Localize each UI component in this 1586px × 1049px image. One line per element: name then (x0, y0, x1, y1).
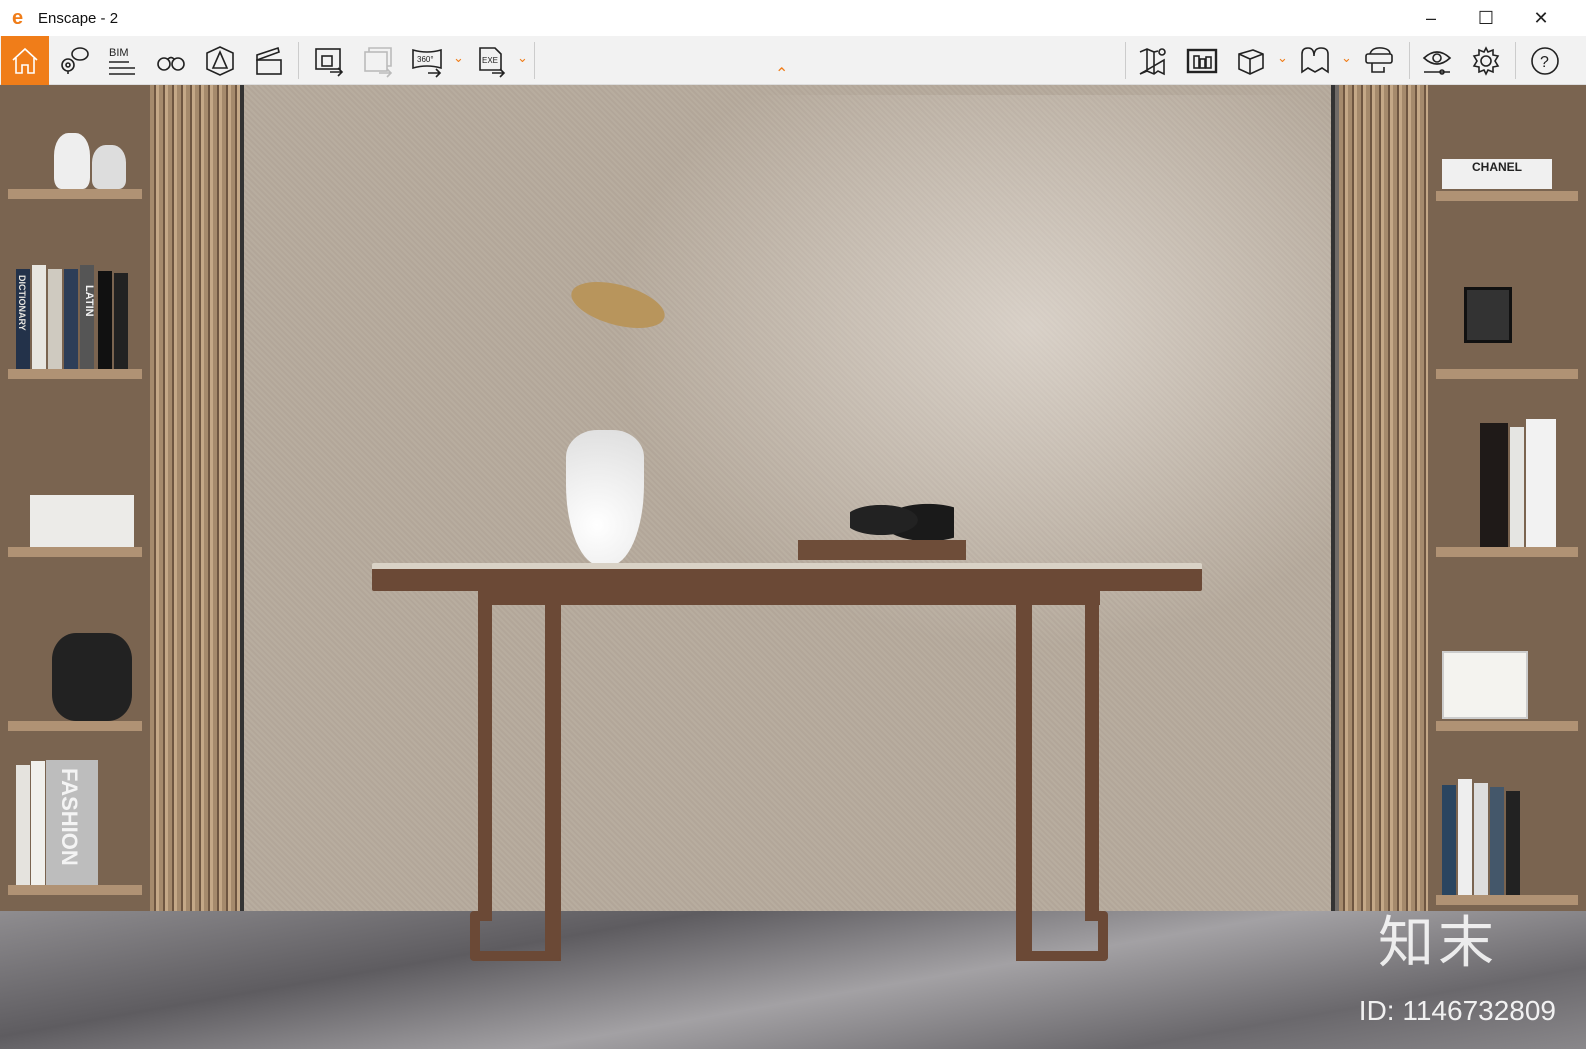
panorama-dropdown-icon[interactable]: ⌄ (453, 50, 464, 66)
cube-view-icon (1238, 48, 1264, 75)
close-button[interactable]: ✕ (1518, 0, 1564, 36)
render-export-button[interactable] (305, 36, 353, 85)
section-view-icon (206, 45, 234, 76)
svg-text:?: ? (1540, 54, 1549, 71)
exe-export-icon: EXE (479, 46, 506, 78)
help-icon: ? (1531, 46, 1559, 75)
home-icon (12, 47, 38, 74)
book-spine-fashion: FASHION (57, 768, 82, 866)
section-view-button[interactable] (196, 36, 244, 85)
help-button[interactable]: ? (1521, 36, 1569, 85)
tea-tray (798, 540, 966, 560)
render-viewport[interactable]: DICTIONARY LATIN FASHION CHANEL 知末 ID: 1… (0, 85, 1586, 1049)
svg-text:BIM: BIM (109, 47, 129, 59)
svg-text:EXE: EXE (482, 56, 498, 65)
watermark-brand: 知末 (1378, 911, 1498, 974)
tea-set (850, 490, 954, 540)
location-comment-button[interactable] (50, 36, 98, 85)
asset-library-icon (1186, 48, 1218, 73)
vr-headset-button[interactable] (1355, 36, 1403, 85)
cube-view-dropdown-icon[interactable]: ⌄ (1277, 50, 1288, 66)
right-bookshelf: CHANEL (1428, 85, 1586, 915)
exe-export-button[interactable]: EXE (467, 36, 515, 85)
panorama-360-icon: 360° (412, 48, 442, 78)
batch-render-icon (364, 46, 393, 78)
toolbar: BIM 360° ⌄ EXE ⌄ ⌃ ⌄ ⌄ ? (0, 36, 1586, 85)
marble-floor (0, 911, 1586, 1049)
book-label: CHANEL (1442, 159, 1552, 189)
material-icon (1301, 46, 1329, 73)
left-bookshelf: DICTIONARY LATIN FASHION (0, 85, 150, 915)
settings-gear-icon (1472, 45, 1500, 76)
exe-dropdown-icon[interactable]: ⌄ (517, 50, 528, 66)
location-comment-icon (61, 46, 89, 74)
batch-render-button[interactable] (354, 36, 402, 85)
visual-settings-icon (1422, 50, 1452, 75)
panorama-button[interactable]: 360° (403, 36, 451, 85)
home-button[interactable] (1, 36, 49, 85)
window-title: Enscape - 2 (38, 9, 119, 27)
binoculars-icon (157, 56, 185, 71)
settings-button[interactable] (1462, 36, 1510, 85)
bim-icon: BIM (109, 47, 135, 75)
asset-library-button[interactable] (1178, 36, 1226, 85)
video-editor-button[interactable] (245, 36, 293, 85)
book-spine-dictionary: DICTIONARY (17, 275, 27, 331)
minimize-button[interactable]: – (1408, 0, 1454, 36)
clapperboard-icon (256, 46, 282, 75)
title-bar: e Enscape - 2 – ☐ ✕ (0, 0, 1586, 36)
map-button[interactable] (1129, 36, 1177, 85)
maximize-button[interactable]: ☐ (1463, 0, 1509, 36)
visual-settings-button[interactable] (1413, 36, 1461, 85)
map-icon (1139, 47, 1166, 75)
render-export-icon (315, 47, 344, 77)
material-dropdown-icon[interactable]: ⌄ (1341, 50, 1352, 66)
left-wood-slats (150, 85, 240, 915)
collapse-toolbar-icon[interactable]: ⌃ (775, 64, 788, 84)
binoculars-button[interactable] (147, 36, 195, 85)
bim-button[interactable]: BIM (98, 36, 146, 85)
svg-text:360°: 360° (417, 55, 434, 64)
watermark-id: ID: 1146732809 (1358, 995, 1556, 1026)
cube-view-button[interactable] (1227, 36, 1275, 85)
vr-headset-icon (1365, 46, 1393, 73)
enscape-logo-icon: e (12, 7, 24, 29)
material-editor-button[interactable] (1291, 36, 1339, 85)
right-wood-slats (1339, 85, 1429, 915)
book-spine-latin: LATIN (83, 285, 95, 317)
